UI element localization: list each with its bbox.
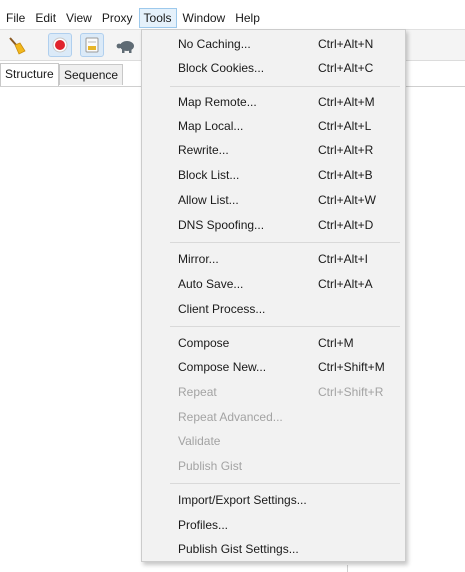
menu-view[interactable]: View: [62, 8, 96, 28]
tools-menu: No Caching... Ctrl+Alt+N Block Cookies..…: [141, 29, 406, 562]
shortcut: Ctrl+Alt+C: [318, 61, 374, 75]
menu-separator: [170, 86, 400, 87]
menu-bar: File Edit View Proxy Tools Window Help: [0, 7, 465, 30]
panel-divider: [347, 565, 348, 572]
broom-icon: [9, 37, 26, 55]
tab-sequence[interactable]: Sequence: [59, 64, 124, 85]
shortcut: Ctrl+Alt+W: [318, 193, 377, 207]
menu-edit[interactable]: Edit: [31, 8, 60, 28]
shortcut: Ctrl+Alt+B: [318, 168, 373, 182]
menu-item-import-export-settings[interactable]: Import/Export Settings...: [142, 490, 405, 512]
menu-item-block-cookies[interactable]: Block Cookies... Ctrl+Alt+C: [142, 58, 405, 80]
shortcut: Ctrl+Alt+A: [318, 277, 373, 291]
menu-file[interactable]: File: [2, 8, 29, 28]
menu-item-block-list[interactable]: Block List... Ctrl+Alt+B: [142, 165, 405, 187]
menu-item-repeat-advanced[interactable]: Repeat Advanced...: [142, 407, 405, 429]
turtle-icon: [116, 41, 134, 53]
menu-item-no-caching[interactable]: No Caching... Ctrl+Alt+N: [142, 34, 405, 56]
menu-separator: [170, 242, 400, 243]
menu-window[interactable]: Window: [179, 8, 230, 28]
shortcut: Ctrl+Alt+R: [318, 143, 374, 157]
shortcut: Ctrl+M: [318, 336, 354, 350]
menu-separator: [170, 326, 400, 327]
app-window: File Edit View Proxy Tools Window Help S…: [0, 0, 465, 572]
menu-item-client-process[interactable]: Client Process...: [142, 299, 405, 321]
throttle-button[interactable]: [80, 33, 104, 57]
breakpoints-button[interactable]: [114, 33, 138, 57]
menu-item-auto-save[interactable]: Auto Save... Ctrl+Alt+A: [142, 274, 405, 296]
menu-item-publish-gist[interactable]: Publish Gist: [142, 456, 405, 478]
menu-item-compose-new[interactable]: Compose New... Ctrl+Shift+M: [142, 357, 405, 379]
record-icon: [52, 37, 68, 53]
menu-item-repeat[interactable]: Repeat Ctrl+Shift+R: [142, 382, 405, 404]
shortcut: Ctrl+Alt+L: [318, 119, 372, 133]
shortcut: Ctrl+Alt+D: [318, 218, 374, 232]
menu-separator: [170, 483, 400, 484]
menu-item-publish-gist-settings[interactable]: Publish Gist Settings...: [142, 539, 405, 561]
menu-help[interactable]: Help: [231, 8, 264, 28]
tab-structure[interactable]: Structure: [0, 63, 59, 86]
menu-item-compose[interactable]: Compose Ctrl+M: [142, 333, 405, 355]
shortcut: Ctrl+Alt+N: [318, 37, 374, 51]
throttle-icon: [85, 37, 99, 53]
menu-item-mirror[interactable]: Mirror... Ctrl+Alt+I: [142, 249, 405, 271]
shortcut: Ctrl+Alt+M: [318, 95, 375, 109]
menu-item-rewrite[interactable]: Rewrite... Ctrl+Alt+R: [142, 140, 405, 162]
menu-item-profiles[interactable]: Profiles...: [142, 515, 405, 537]
clear-session-button[interactable]: [4, 33, 28, 57]
shortcut: Ctrl+Shift+M: [318, 360, 385, 374]
menu-item-map-local[interactable]: Map Local... Ctrl+Alt+L: [142, 116, 405, 138]
menu-item-validate[interactable]: Validate: [142, 431, 405, 453]
record-button[interactable]: [48, 33, 72, 57]
menu-tools[interactable]: Tools: [138, 8, 177, 28]
shortcut: Ctrl+Shift+R: [318, 385, 384, 399]
shortcut: Ctrl+Alt+I: [318, 252, 369, 266]
menu-item-map-remote[interactable]: Map Remote... Ctrl+Alt+M: [142, 92, 405, 114]
menu-proxy[interactable]: Proxy: [98, 8, 137, 28]
menu-item-dns-spoofing[interactable]: DNS Spoofing... Ctrl+Alt+D: [142, 215, 405, 237]
menu-item-allow-list[interactable]: Allow List... Ctrl+Alt+W: [142, 190, 405, 212]
